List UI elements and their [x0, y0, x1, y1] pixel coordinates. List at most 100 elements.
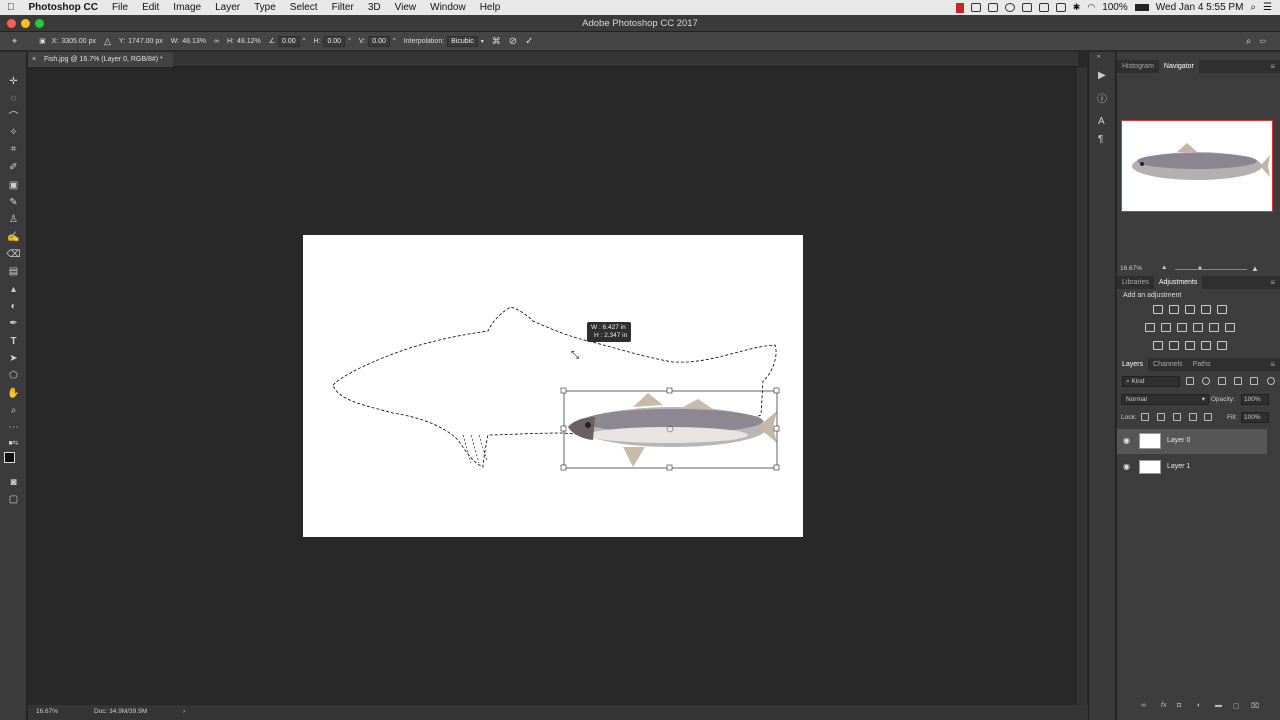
character-panel-icon[interactable]: A — [1098, 116, 1105, 127]
menu-filter[interactable]: Filter — [325, 0, 361, 15]
dropbox-icon[interactable] — [970, 3, 981, 12]
add-mask-icon[interactable]: ◘ — [1177, 702, 1181, 709]
eraser-tool-icon[interactable]: ⌫ — [6, 247, 21, 261]
bluetooth-icon[interactable]: ✱ — [1073, 2, 1081, 13]
menu-window[interactable]: Window — [423, 0, 473, 15]
color-lookup-icon[interactable] — [1225, 323, 1235, 332]
panel-menu-icon[interactable]: ≡ — [1270, 278, 1280, 287]
status-menu-arrow-icon[interactable]: › — [183, 705, 185, 719]
type-tool-icon[interactable]: T — [6, 334, 21, 348]
move-tool-icon[interactable]: ✛ — [6, 74, 21, 88]
tab-channels[interactable]: Channels — [1148, 358, 1188, 371]
tool-preset-icon[interactable]: ⌖ — [12, 36, 17, 47]
delete-layer-icon[interactable]: ⌧ — [1251, 702, 1259, 710]
smart-object-filter-icon[interactable] — [1250, 377, 1258, 385]
panel-menu-icon[interactable]: ≡ — [1270, 62, 1280, 71]
airplay-icon[interactable] — [1038, 3, 1049, 12]
black-white-icon[interactable] — [1177, 323, 1187, 332]
menu-image[interactable]: Image — [166, 0, 208, 15]
quick-select-tool-icon[interactable]: ✧ — [6, 125, 21, 139]
menu-edit[interactable]: Edit — [135, 0, 166, 15]
zoom-tool-icon[interactable]: ⌕ — [6, 403, 21, 417]
zoom-in-icon[interactable]: ▲ — [1251, 264, 1259, 273]
commit-transform-icon[interactable]: ✓ — [525, 36, 533, 47]
search-icon[interactable]: ⌕ — [1246, 36, 1252, 47]
marquee-tool-icon[interactable]: ◌ — [6, 91, 21, 105]
info-panel-icon[interactable]: ⓘ — [1097, 90, 1107, 105]
default-colors-icon[interactable]: ■⇆ — [6, 436, 21, 450]
hue-saturation-icon[interactable] — [1145, 323, 1155, 332]
lock-transparent-icon[interactable] — [1141, 413, 1149, 421]
tab-adjustments[interactable]: Adjustments — [1153, 276, 1203, 289]
navigator-zoom-value[interactable]: 16.67% — [1120, 265, 1142, 272]
levels-icon[interactable] — [1169, 305, 1179, 314]
opacity-field[interactable]: 100% — [1241, 394, 1269, 405]
zoom-window-button[interactable] — [35, 19, 44, 28]
tab-layers[interactable]: Layers — [1117, 358, 1149, 371]
menu-select[interactable]: Select — [283, 0, 325, 15]
gradient-map-icon[interactable] — [1201, 341, 1211, 350]
shape-tool-icon[interactable]: ⬠ — [6, 368, 21, 382]
vibrance-icon[interactable] — [1217, 305, 1227, 314]
vskew-field[interactable]: 0.00 — [368, 35, 390, 47]
lock-position-icon[interactable] — [1173, 413, 1181, 421]
apple-icon[interactable]:  — [0, 0, 22, 15]
red-app-icon[interactable] — [955, 2, 964, 13]
hand-tool-icon[interactable]: ✋ — [6, 386, 21, 400]
blur-tool-icon[interactable]: ▴ — [6, 282, 21, 296]
new-group-icon[interactable]: ▬ — [1215, 702, 1222, 709]
layer-filter-select[interactable]: ⌕ Kind — [1122, 376, 1180, 387]
layer-style-fx-icon[interactable]: fx — [1161, 702, 1166, 709]
app-menu[interactable]: Photoshop CC — [22, 0, 105, 15]
link-icon[interactable]: ∞ — [214, 38, 219, 45]
warp-mode-icon[interactable]: ⌘ — [492, 36, 501, 47]
battery-icon[interactable] — [1134, 4, 1149, 11]
channel-mixer-icon[interactable] — [1209, 323, 1219, 332]
paragraph-panel-icon[interactable]: ¶ — [1098, 134, 1103, 145]
zoom-slider[interactable] — [1175, 269, 1247, 270]
crop-tool-icon[interactable]: ⌗ — [6, 142, 21, 156]
menu-type[interactable]: Type — [247, 0, 283, 15]
navigator-preview[interactable] — [1121, 120, 1273, 212]
lock-all-icon[interactable] — [1204, 413, 1212, 421]
notification-center-icon[interactable]: ☰ — [1263, 2, 1272, 13]
pen-tool-icon[interactable]: ✒ — [6, 316, 21, 330]
eyedropper-tool-icon[interactable]: ✐ — [6, 160, 21, 174]
actions-panel-icon[interactable]: ▶ — [1098, 70, 1106, 81]
invert-icon[interactable] — [1153, 341, 1163, 350]
tab-libraries[interactable]: Libraries — [1117, 276, 1154, 289]
type-filter-icon[interactable] — [1218, 377, 1226, 385]
menu-file[interactable]: File — [105, 0, 135, 15]
tab-navigator[interactable]: Navigator — [1158, 60, 1199, 73]
pixel-filter-icon[interactable] — [1186, 377, 1194, 385]
new-layer-icon[interactable]: ▢ — [1233, 702, 1240, 710]
blend-mode-select[interactable]: Normal ▾ — [1121, 394, 1209, 405]
layer-row[interactable]: ◉ Layer 1 — [1117, 455, 1267, 480]
lock-artboard-icon[interactable] — [1189, 413, 1197, 421]
delta-icon[interactable]: △ — [104, 36, 111, 47]
zoom-slider-thumb[interactable]: ▲ — [1197, 265, 1203, 271]
clock[interactable]: Wed Jan 4 5:55 PM — [1156, 2, 1244, 13]
workspace-icon[interactable]: ▭ — [1259, 37, 1266, 45]
sync-icon[interactable] — [987, 3, 998, 12]
gradient-tool-icon[interactable]: ▤ — [6, 264, 21, 278]
document-canvas[interactable]: ⤡ W : 6.427 in H : 2.347 in — [303, 235, 803, 537]
menu-help[interactable]: Help — [473, 0, 508, 15]
angle-field[interactable]: 0.00 — [278, 35, 300, 47]
link-layers-icon[interactable]: ∞ — [1141, 702, 1146, 709]
vertical-scrollbar[interactable] — [1077, 67, 1087, 705]
visibility-eye-icon[interactable]: ◉ — [1123, 462, 1130, 471]
new-adjustment-layer-icon[interactable]: ◐ — [1197, 702, 1201, 709]
panel-menu-icon[interactable]: ≡ — [1270, 360, 1280, 369]
screen-mode-icon[interactable]: ▢ — [6, 492, 21, 506]
posterize-icon[interactable] — [1169, 341, 1179, 350]
status-doc-size[interactable]: Doc: 34.9M/39.9M — [94, 705, 147, 719]
lock-image-icon[interactable] — [1157, 413, 1165, 421]
dodge-tool-icon[interactable]: ◐ — [6, 299, 21, 313]
reference-point-icon[interactable]: ▣ — [39, 37, 46, 45]
chrome-icon[interactable] — [1004, 3, 1015, 12]
layer-name[interactable]: Layer 1 — [1167, 463, 1190, 470]
minimize-window-button[interactable] — [21, 19, 30, 28]
quick-mask-icon[interactable]: ◙ — [6, 475, 21, 489]
close-tab-icon[interactable]: × — [32, 52, 36, 67]
